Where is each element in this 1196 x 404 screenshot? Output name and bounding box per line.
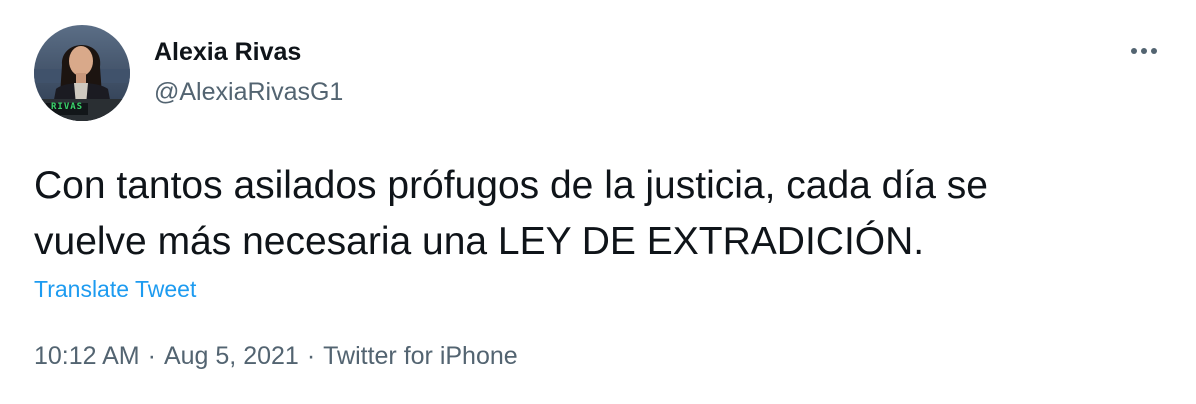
tweet-metadata: 10:12 AM · Aug 5, 2021 · Twitter for iPhone (34, 342, 518, 371)
user-handle[interactable]: @AlexiaRivasG1 (154, 78, 343, 107)
avatar-badge-text: RIVAS (51, 102, 84, 112)
tweet-card: RIVAS Alexia Rivas @AlexiaRivasG1 Con ta… (0, 0, 1196, 404)
tweet-text: Con tantos asilados prófugos de la justi… (34, 158, 1154, 270)
tweet-text-line-1: Con tantos asilados prófugos de la justi… (34, 164, 988, 207)
display-name[interactable]: Alexia Rivas (154, 38, 301, 67)
more-options-button[interactable] (1124, 36, 1164, 66)
tweet-time[interactable]: 10:12 AM (34, 342, 140, 370)
more-options-icon (1131, 48, 1157, 54)
tweet-source[interactable]: Twitter for iPhone (323, 342, 518, 370)
translate-tweet-link[interactable]: Translate Tweet (34, 276, 196, 303)
tweet-text-line-2: vuelve más necesaria una LEY DE EXTRADIC… (34, 220, 925, 263)
meta-separator: · (306, 342, 316, 370)
tweet-date[interactable]: Aug 5, 2021 (164, 342, 299, 370)
meta-separator: · (147, 342, 156, 370)
avatar[interactable]: RIVAS (34, 25, 130, 121)
